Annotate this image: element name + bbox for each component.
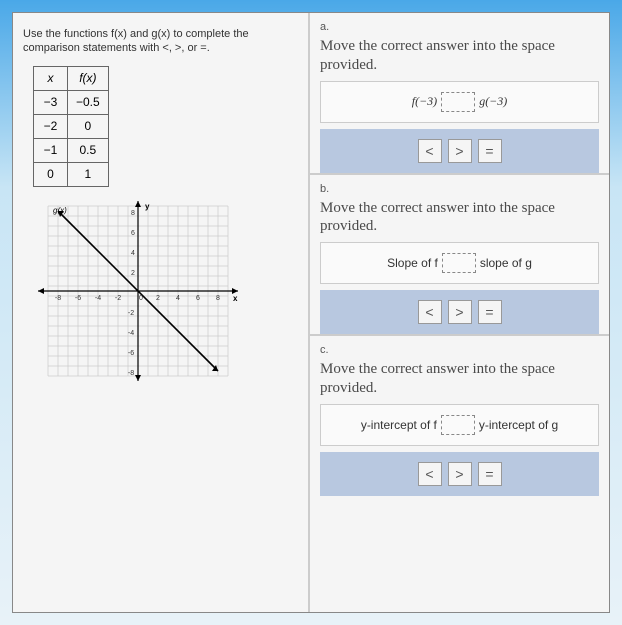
prompt-b: Move the correct answer into the space p… (320, 199, 599, 237)
choice-lt[interactable]: < (418, 300, 442, 324)
a-left: f(−3) (412, 94, 437, 109)
section-c: c. Move the correct answer into the spac… (310, 336, 609, 496)
choice-eq[interactable]: = (478, 462, 502, 486)
comparison-c: y-intercept of f y-intercept of g (320, 404, 599, 446)
instructions-text: Use the functions f(x) and g(x) to compl… (23, 27, 298, 56)
drop-slot-c[interactable] (441, 415, 475, 435)
svg-text:8: 8 (131, 210, 135, 217)
svg-text:6: 6 (131, 230, 135, 237)
choice-eq[interactable]: = (478, 300, 502, 324)
svg-text:-2: -2 (128, 310, 134, 317)
svg-text:-6: -6 (128, 350, 134, 357)
svg-text:6: 6 (196, 295, 200, 302)
choice-lt[interactable]: < (418, 462, 442, 486)
c-left: y-intercept of f (361, 418, 437, 432)
graph-label: g(x) (53, 206, 67, 215)
prompt-a: Move the correct answer into the space p… (320, 37, 599, 75)
col-x: x (34, 66, 68, 90)
choices-c: < > = (320, 452, 599, 496)
c-right: y-intercept of g (479, 418, 558, 432)
b-left: Slope of f (387, 256, 438, 270)
svg-text:4: 4 (131, 250, 135, 257)
label-b: b. (320, 183, 599, 195)
choice-gt[interactable]: > (448, 300, 472, 324)
comparison-a: f(−3) g(−3) (320, 81, 599, 123)
choices-a: < > = (320, 129, 599, 173)
graph-g: -8 -6 -4 -2 0 2 4 6 8 8 6 4 2 -2 -4 -6 -8 g(x)… (33, 201, 298, 391)
svg-text:-4: -4 (95, 295, 101, 302)
prompt-c: Move the correct answer into the space p… (320, 360, 599, 398)
table-row: −10.5 (34, 138, 109, 162)
left-column: Use the functions f(x) and g(x) to compl… (13, 13, 310, 612)
choice-eq[interactable]: = (478, 139, 502, 163)
y-axis-label: y (145, 202, 150, 211)
choices-b: < > = (320, 290, 599, 334)
worksheet-page: Use the functions f(x) and g(x) to compl… (12, 12, 610, 613)
function-table: x f(x) −3−0.5 −20 −10.5 01 (33, 66, 109, 187)
table-header-row: x f(x) (34, 66, 109, 90)
section-a: a. Move the correct answer into the spac… (310, 13, 609, 175)
svg-text:2: 2 (131, 270, 135, 277)
svg-text:0: 0 (139, 295, 143, 302)
drop-slot-a[interactable] (441, 92, 475, 112)
x-axis-label: x (233, 294, 238, 303)
svg-text:2: 2 (156, 295, 160, 302)
section-b: b. Move the correct answer into the spac… (310, 175, 609, 337)
col-fx: f(x) (68, 66, 109, 90)
choice-gt[interactable]: > (448, 139, 472, 163)
table-row: −3−0.5 (34, 90, 109, 114)
svg-text:-8: -8 (55, 295, 61, 302)
comparison-b: Slope of f slope of g (320, 242, 599, 284)
table-row: −20 (34, 114, 109, 138)
choice-gt[interactable]: > (448, 462, 472, 486)
graph-svg: -8 -6 -4 -2 0 2 4 6 8 8 6 4 2 -2 -4 -6 -8 g(x)… (33, 201, 243, 391)
right-column: a. Move the correct answer into the spac… (310, 13, 609, 612)
label-c: c. (320, 344, 599, 356)
drop-slot-b[interactable] (442, 253, 476, 273)
b-right: slope of g (480, 256, 532, 270)
label-a: a. (320, 21, 599, 33)
a-right: g(−3) (479, 94, 507, 109)
svg-text:4: 4 (176, 295, 180, 302)
svg-text:-2: -2 (115, 295, 121, 302)
table-row: 01 (34, 162, 109, 186)
svg-text:-8: -8 (128, 370, 134, 377)
svg-text:8: 8 (216, 295, 220, 302)
svg-text:-6: -6 (75, 295, 81, 302)
svg-text:-4: -4 (128, 330, 134, 337)
choice-lt[interactable]: < (418, 139, 442, 163)
